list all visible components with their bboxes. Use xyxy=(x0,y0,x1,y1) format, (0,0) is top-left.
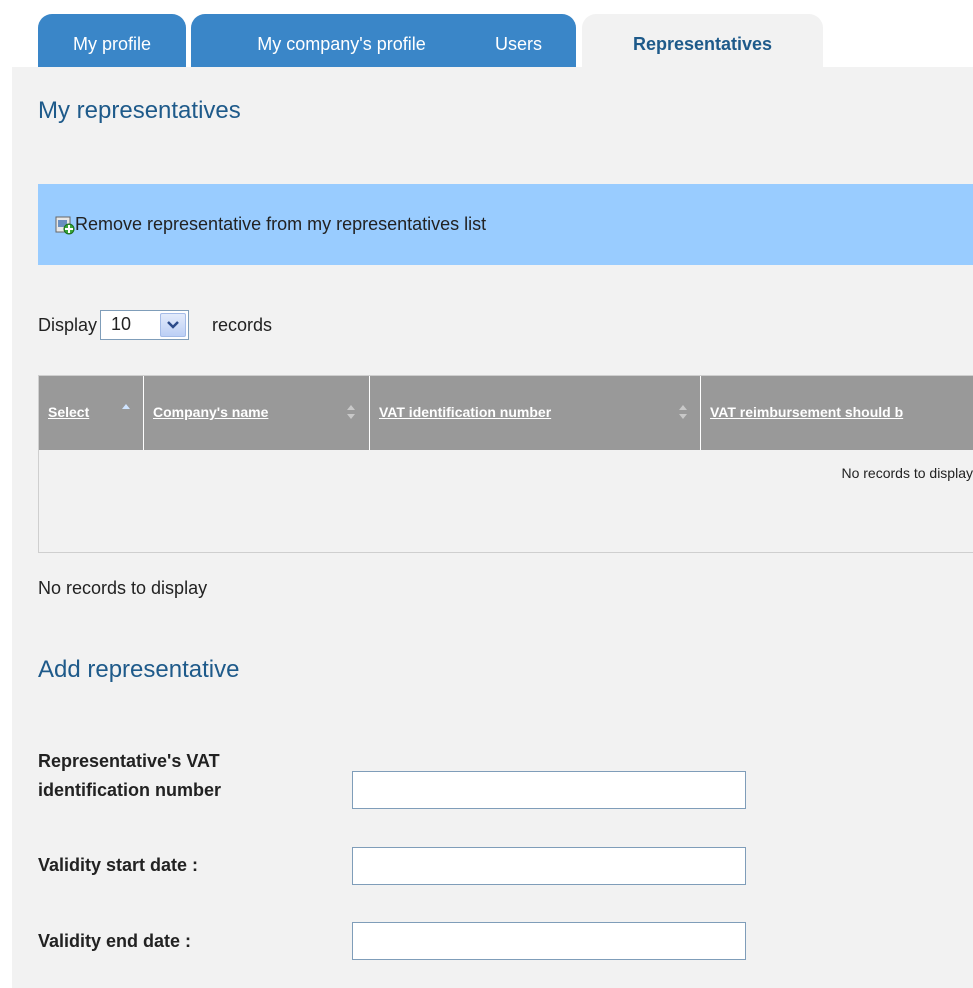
sort-icon xyxy=(347,405,355,419)
tab-my-companys-profile[interactable]: My company's profile xyxy=(191,14,492,67)
page-size-value: 10 xyxy=(111,314,132,334)
action-bar: Remove representative from my representa… xyxy=(38,184,973,265)
column-label-company-name: Company's name xyxy=(153,404,269,420)
column-header-vat-reimbursement[interactable]: VAT reimbursement should b xyxy=(701,376,973,450)
page-size-select[interactable]: 10 xyxy=(100,310,190,340)
section-title-my-representatives: My representatives xyxy=(38,97,241,124)
tab-users[interactable]: Users xyxy=(461,14,576,67)
records-label: records xyxy=(212,314,273,335)
table-empty-message: No records to display xyxy=(841,465,973,481)
remove-representative-label: Remove representative from my representa… xyxy=(75,214,487,234)
validity-start-date-label: Validity start date : xyxy=(38,855,199,875)
column-label-select: Select xyxy=(48,404,90,420)
section-title-add-representative: Add representative xyxy=(38,656,240,683)
tab-my-profile[interactable]: My profile xyxy=(38,14,186,67)
vat-number-label: Representative's VAT identification numb… xyxy=(38,747,221,805)
dropdown-arrow-icon[interactable] xyxy=(160,313,187,337)
remove-representative-link[interactable]: Remove representative from my representa… xyxy=(55,214,486,235)
column-label-vat-id: VAT identification number xyxy=(379,404,552,420)
sort-ascending-icon xyxy=(122,404,130,409)
column-header-vat-id[interactable]: VAT identification number xyxy=(370,376,701,450)
tab-representatives[interactable]: Representatives xyxy=(582,14,823,67)
validity-start-date-input[interactable] xyxy=(352,847,746,885)
column-header-company-name[interactable]: Company's name xyxy=(144,376,370,450)
vat-number-input[interactable] xyxy=(352,771,746,809)
vat-number-label-line2: identification number xyxy=(38,780,222,800)
sort-icon xyxy=(679,405,687,419)
display-label: Display xyxy=(38,314,98,335)
no-records-message: No records to display xyxy=(38,578,208,598)
table-header: Select Company's name VAT identification… xyxy=(39,376,973,450)
vat-number-label-line1: Representative's VAT xyxy=(38,751,220,771)
page-size-row: Display 10 records xyxy=(38,308,272,342)
column-header-select[interactable]: Select xyxy=(39,376,144,450)
column-label-vat-reimbursement: VAT reimbursement should b xyxy=(710,404,904,420)
document-add-icon xyxy=(55,215,75,235)
representatives-table: Select Company's name VAT identification… xyxy=(38,375,973,553)
validity-end-date-input[interactable] xyxy=(352,922,746,960)
validity-end-date-label: Validity end date : xyxy=(38,931,192,951)
